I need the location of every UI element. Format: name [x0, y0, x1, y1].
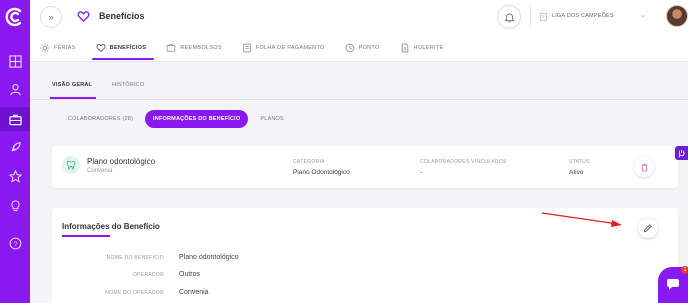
tab-historico[interactable]: HISTÓRICO: [112, 82, 144, 88]
tab-ferias[interactable]: FÉRIAS: [30, 38, 86, 58]
double-chevron-right-icon: »: [48, 12, 54, 22]
tab-label: BENEFÍCIOS: [109, 45, 147, 51]
tab-beneficios[interactable]: BENEFÍCIOS: [86, 38, 157, 60]
status-value: Ativo: [569, 169, 584, 176]
pill-colaboradores[interactable]: COLABORADORES (28): [60, 110, 141, 128]
plan-operator: Convenia: [87, 168, 113, 174]
operator-name-label: NOME DO OPERADOR: [105, 290, 164, 296]
linked-employees-value: -: [420, 169, 423, 176]
operator-value: Outros: [179, 271, 201, 278]
notifications-button[interactable]: [497, 5, 521, 29]
sub-tabs: VISÃO GERAL HISTÓRICO: [49, 82, 164, 99]
tab-label: HOLERITE: [413, 45, 444, 51]
pencil-icon: [643, 224, 652, 233]
user-icon[interactable]: [6, 80, 24, 98]
company-name: LIGA DOS CAMPEÕES: [552, 13, 614, 19]
module-tabs: FÉRIAS BENEFÍCIOS REEMBOLSOS FOLHA DE PA…: [30, 38, 453, 62]
chevron-down-icon: ⌄: [640, 12, 646, 19]
user-avatar[interactable]: [666, 5, 688, 27]
main-content: VISÃO GERAL HISTÓRICO COLABORADORES (28)…: [30, 62, 688, 303]
annotation-arrow: [541, 212, 622, 227]
accessibility-button[interactable]: [675, 146, 688, 160]
bell-icon: [504, 13, 514, 22]
page-title: Benefícios: [99, 11, 145, 21]
title-underline: [62, 235, 110, 237]
plan-summary-card: Plano odontológico Convenia CATEGORIA Pl…: [52, 146, 678, 188]
benefit-name-value: Plano odontológico: [179, 254, 239, 261]
wallet-icon: [166, 43, 176, 52]
star-icon[interactable]: [6, 167, 24, 185]
status-header: STATUS: [569, 159, 590, 165]
info-card-title: Informações do Benefício: [62, 222, 160, 231]
linked-employees-header: COLABORADORES VINCULADOS: [420, 159, 507, 165]
tab-visao-geral[interactable]: VISÃO GERAL: [49, 82, 97, 99]
tab-holerite[interactable]: HOLERITE: [390, 38, 454, 58]
divider: [30, 99, 688, 100]
edit-button[interactable]: [638, 218, 658, 238]
app-logo-icon[interactable]: [3, 5, 27, 29]
trash-icon: [641, 163, 647, 171]
operator-name-value: Convenia: [179, 289, 209, 296]
building-icon: [539, 12, 548, 21]
section-pills: COLABORADORES (28) INFORMAÇÕES DO BENEFÍ…: [60, 110, 296, 128]
briefcase-icon[interactable]: [6, 110, 24, 128]
category-value: Plano Odontológico: [293, 169, 350, 176]
delete-button[interactable]: [634, 157, 654, 177]
dashboard-icon[interactable]: [6, 52, 24, 70]
tab-label: REEMBOLSOS: [180, 45, 222, 51]
tab-label: PONTO: [358, 45, 380, 51]
plan-name: Plano odontológico: [87, 157, 156, 166]
lightbulb-icon[interactable]: [6, 196, 24, 214]
pill-planos[interactable]: PLANOS: [252, 110, 292, 128]
sun-icon: [40, 43, 50, 53]
rocket-icon[interactable]: [6, 138, 24, 156]
company-selector[interactable]: LIGA DOS CAMPEÕES ⌄: [530, 4, 660, 28]
tab-label: FOLHA DE PAGAMENTO: [255, 45, 325, 51]
hand-icon: [679, 149, 685, 157]
chat-unread-badge: 1: [681, 266, 688, 274]
tooth-icon: [62, 156, 80, 174]
tab-label: FÉRIAS: [54, 45, 76, 51]
help-icon[interactable]: ?: [6, 234, 24, 252]
chat-icon: [667, 279, 679, 290]
expand-sidebar-button[interactable]: »: [40, 6, 62, 28]
sidebar: ?: [0, 0, 30, 303]
svg-text:?: ?: [13, 240, 17, 247]
heart-icon: [96, 43, 106, 53]
tab-reembolsos[interactable]: REEMBOLSOS: [156, 38, 232, 58]
pill-informacoes-do-beneficio[interactable]: INFORMAÇÕES DO BENEFÍCIO: [145, 110, 249, 128]
document-icon: [243, 43, 251, 53]
clock-icon: [345, 43, 354, 53]
tab-folha-de-pagamento[interactable]: FOLHA DE PAGAMENTO: [232, 38, 335, 58]
tab-ponto[interactable]: PONTO: [335, 38, 390, 58]
benefit-name-label: NOME DO BENEFÍCIO: [106, 255, 164, 261]
benefits-heart-icon: [77, 11, 90, 23]
category-header: CATEGORIA: [293, 159, 325, 165]
file-icon: [401, 43, 408, 53]
operator-label: OPERADOR: [132, 272, 164, 278]
